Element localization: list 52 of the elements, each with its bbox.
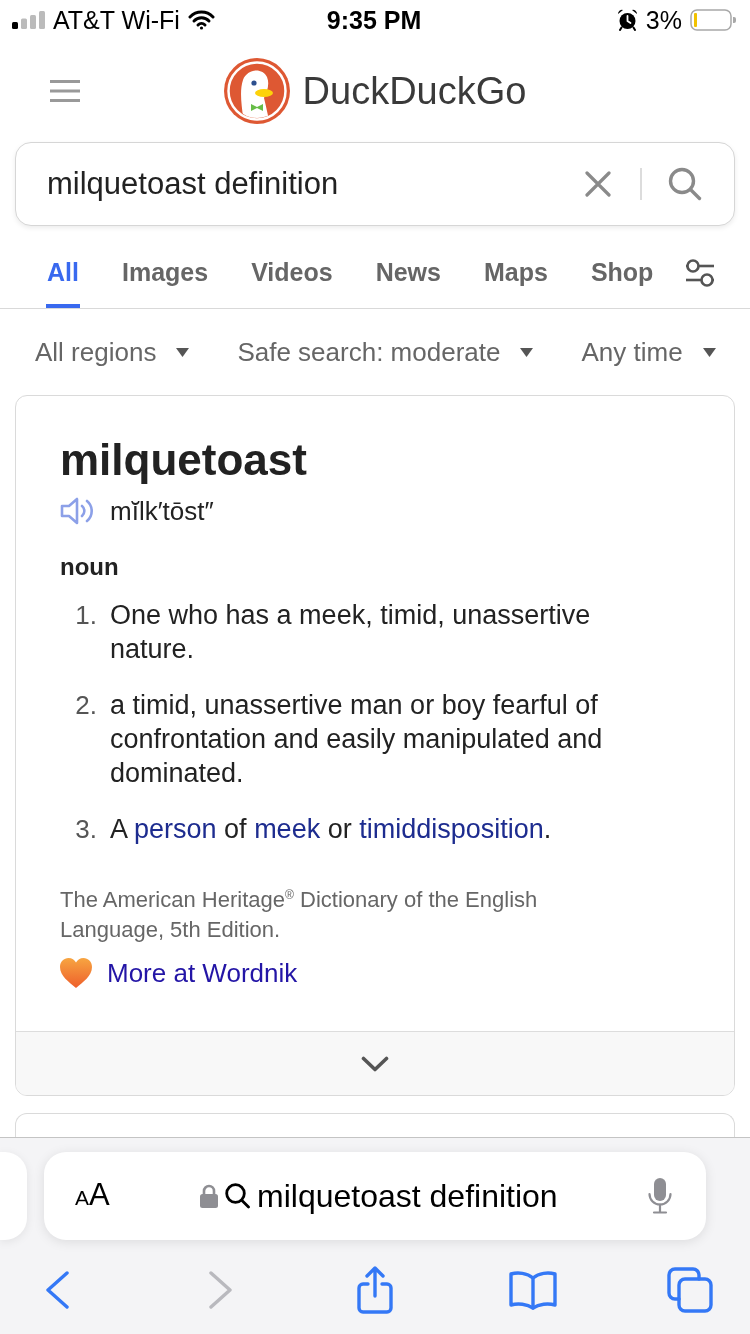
speaker-icon[interactable]: [60, 496, 96, 526]
definition-link[interactable]: meek: [254, 814, 321, 844]
settings-sliders-icon[interactable]: [685, 258, 715, 288]
search-icon[interactable]: [668, 167, 702, 201]
sense-number: 1.: [75, 599, 97, 632]
caret-icon: [176, 347, 190, 357]
carrier-name: AT&T Wi-Fi: [53, 5, 180, 35]
definition-text: a timid, unassertive man or boy fearful of confrontation and easily manipulated and dominated.: [110, 689, 604, 790]
sense-number: 2.: [75, 689, 97, 722]
filter-dropdown[interactable]: All regions: [35, 336, 190, 368]
definition-word: milquetoast: [60, 434, 307, 486]
heart-icon: [60, 958, 92, 988]
wifi-icon: [187, 10, 215, 30]
definition-text: One who has a meek, timid, unassertive nature.: [110, 599, 592, 666]
search-tab[interactable]: Images: [120, 240, 210, 308]
back-icon[interactable]: [44, 1271, 70, 1309]
signal-icon: [12, 11, 45, 29]
search-tab[interactable]: Videos: [250, 240, 334, 308]
more-link[interactable]: More at Wordnik: [107, 956, 298, 990]
battery-icon: [690, 9, 736, 31]
alarm-clock-icon: [616, 9, 638, 31]
search-tab[interactable]: Maps: [482, 240, 549, 308]
pronunciation-text: mĭlk′tōst″: [110, 495, 214, 528]
definition-link[interactable]: person: [134, 814, 217, 844]
tabs-icon[interactable]: [667, 1267, 713, 1313]
battery-percent: 3%: [645, 5, 682, 35]
filter-dropdown[interactable]: Safe search: moderate: [237, 336, 534, 368]
definition-text: A person of meek or timiddisposition.: [110, 813, 553, 846]
share-icon[interactable]: [356, 1266, 394, 1314]
duck-logo-icon: [223, 58, 290, 124]
search-field[interactable]: milquetoast definition: [15, 142, 735, 226]
source-citation: The American Heritage$^{®}$ Dictionary of the English Language, 5th Edition.: [60, 886, 539, 944]
microphone-icon[interactable]: [648, 1178, 672, 1214]
part-of-speech: noun: [60, 552, 119, 582]
status-time: 9:35 PM: [326, 5, 422, 35]
lock-icon: [200, 1184, 219, 1208]
caret-icon: [702, 347, 716, 357]
text-size-button[interactable]: AA: [75, 1176, 110, 1216]
definition-link[interactable]: timiddisposition: [359, 814, 544, 844]
caret-icon: [520, 347, 534, 357]
search-tab[interactable]: All: [46, 240, 80, 308]
search-icon: [225, 1183, 251, 1209]
brand-name: DuckDuckGo: [302, 69, 527, 113]
menu-icon[interactable]: [50, 80, 80, 102]
address-bar[interactable]: AA milquetoast definition: [44, 1152, 706, 1240]
search-tab[interactable]: Shop: [589, 240, 655, 308]
sense-number: 3.: [75, 813, 97, 846]
filter-dropdown[interactable]: Any time: [581, 336, 716, 368]
book-icon[interactable]: [509, 1270, 557, 1310]
chevron-down-icon: [361, 1055, 389, 1072]
close-icon[interactable]: [585, 171, 611, 197]
search-tab[interactable]: News: [374, 240, 442, 308]
